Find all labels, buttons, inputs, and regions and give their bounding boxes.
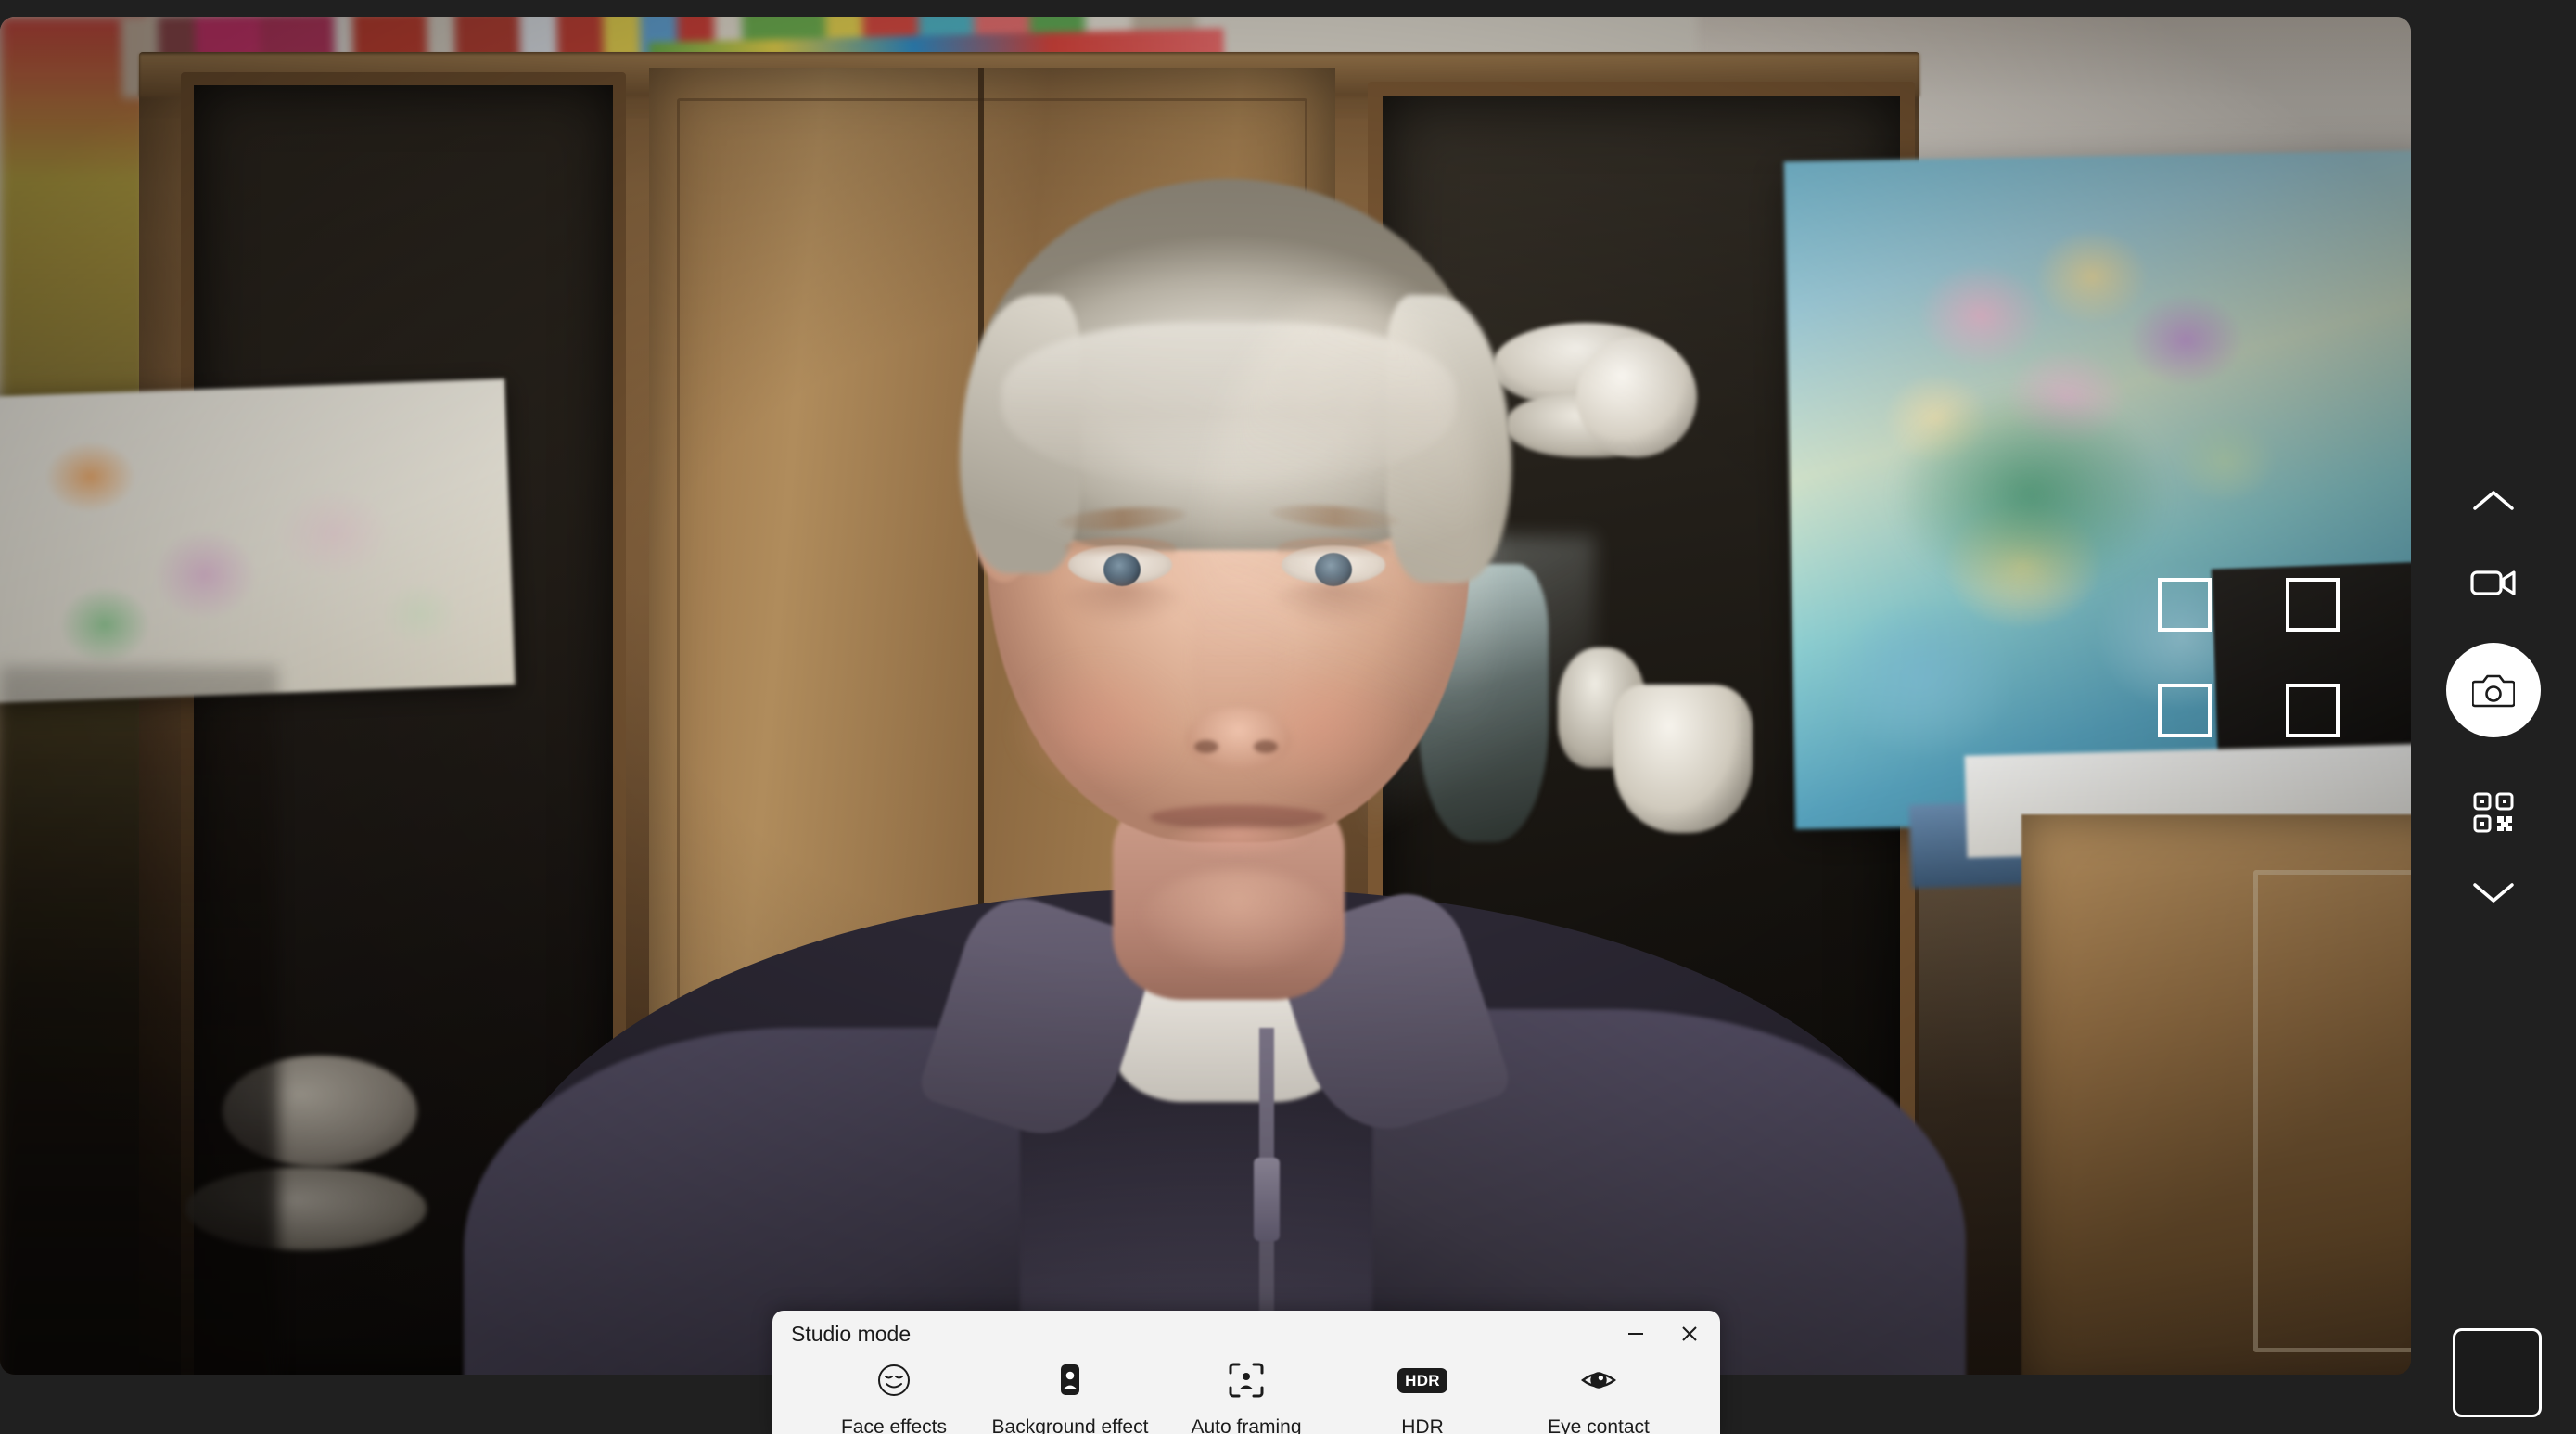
cheek-left [1011,657,1187,796]
chevron-down-icon [2473,883,2514,903]
hdr-badge-icon: HDR [1397,1359,1447,1402]
barcode-scan-button[interactable] [2468,787,2519,839]
capture-photo-button[interactable] [2446,643,2541,737]
face-highlight [1196,295,1493,889]
chevron-up-icon [2473,491,2514,510]
iris-left [1103,553,1141,586]
camera-app-window: Studio mode Face effects Background effe… [0,0,2576,1434]
studio-tool-background-effect[interactable]: Background effect [982,1355,1158,1434]
person-card-icon [1049,1359,1091,1402]
close-icon [1682,1326,1697,1341]
studio-tool-label: Background effect [991,1416,1149,1434]
chin [1141,870,1335,972]
person-subject [0,17,2411,1375]
camera-control-rail [2411,0,2576,1434]
studio-tool-label: HDR [1401,1416,1444,1434]
auto-frame-icon [1225,1359,1268,1402]
studio-tool-label: Auto framing [1191,1416,1302,1434]
eyelid-left [1065,538,1176,557]
gallery-thumbnail-button[interactable] [2453,1328,2542,1417]
video-camera-icon [2470,570,2516,595]
studio-mode-panel: Studio mode Face effects Background effe… [772,1311,1720,1434]
studio-tool-label: Face effects [840,1416,947,1434]
zipper-pull [1254,1158,1280,1241]
undereye-left [1057,583,1187,625]
smiley-face-icon [873,1359,915,1402]
studio-mode-title: Studio mode [791,1322,912,1346]
close-button[interactable] [1663,1314,1716,1353]
studio-tool-face-effects[interactable]: Face effects [806,1355,982,1434]
camera-live-preview[interactable] [0,17,2411,1375]
studio-tool-eye-contact[interactable]: Eye contact [1511,1355,1687,1434]
video-scene [0,17,2411,1375]
camera-icon [2472,674,2515,708]
studio-mode-tool-list: Face effects Background effect Auto fram… [772,1355,1720,1434]
studio-tool-auto-framing[interactable]: Auto framing [1158,1355,1334,1434]
studio-mode-titlebar: Studio mode [772,1311,1720,1355]
minimize-icon [1628,1333,1643,1335]
eye-icon [1577,1359,1620,1402]
minimize-button[interactable] [1609,1314,1663,1353]
video-mode-button[interactable] [2464,557,2523,608]
hdr-badge-text: HDR [1397,1367,1447,1393]
nostril-left [1194,740,1218,753]
expand-controls-down-button[interactable] [2464,867,2523,917]
qr-code-icon [2473,792,2514,833]
studio-tool-label: Eye contact [1548,1416,1650,1434]
studio-tool-hdr[interactable]: HDR HDR [1334,1355,1511,1434]
expand-controls-up-button[interactable] [2464,476,2523,526]
